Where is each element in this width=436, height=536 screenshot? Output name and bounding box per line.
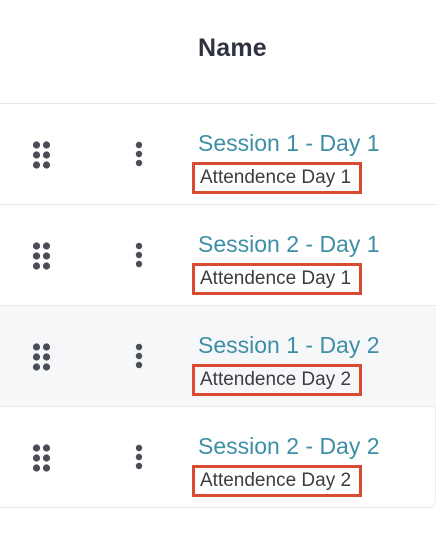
drag-handle-icon[interactable] (31, 140, 57, 170)
session-link[interactable]: Session 1 - Day 2 (198, 332, 380, 359)
table-header: Name (0, 0, 436, 104)
more-vertical-icon[interactable] (128, 138, 150, 172)
session-link[interactable]: Session 1 - Day 1 (198, 130, 380, 157)
sessions-table: Name Session 1 - Day 1 Attendence Day 1 (0, 0, 436, 536)
drag-handle-icon[interactable] (31, 342, 57, 372)
table-row: Session 2 - Day 1 Attendence Day 1 (0, 205, 436, 306)
more-vertical-icon[interactable] (128, 340, 150, 374)
attendance-label: Attendence Day 1 (192, 263, 363, 295)
attendance-label: Attendence Day 2 (192, 465, 363, 497)
table-body: Session 1 - Day 1 Attendence Day 1 Sessi… (0, 104, 436, 508)
attendance-label: Attendence Day 1 (192, 162, 363, 194)
session-link[interactable]: Session 2 - Day 2 (198, 433, 380, 460)
drag-handle-icon[interactable] (31, 241, 57, 271)
more-vertical-icon[interactable] (128, 239, 150, 273)
more-vertical-icon[interactable] (128, 441, 150, 475)
table-row: Session 2 - Day 2 Attendence Day 2 (0, 407, 436, 508)
session-link[interactable]: Session 2 - Day 1 (198, 231, 380, 258)
table-row: Session 1 - Day 1 Attendence Day 1 (0, 104, 436, 205)
attendance-label: Attendence Day 2 (192, 364, 363, 396)
name-column-header[interactable]: Name (198, 34, 267, 63)
drag-handle-icon[interactable] (31, 443, 57, 473)
table-row: Session 1 - Day 2 Attendence Day 2 (0, 306, 436, 407)
